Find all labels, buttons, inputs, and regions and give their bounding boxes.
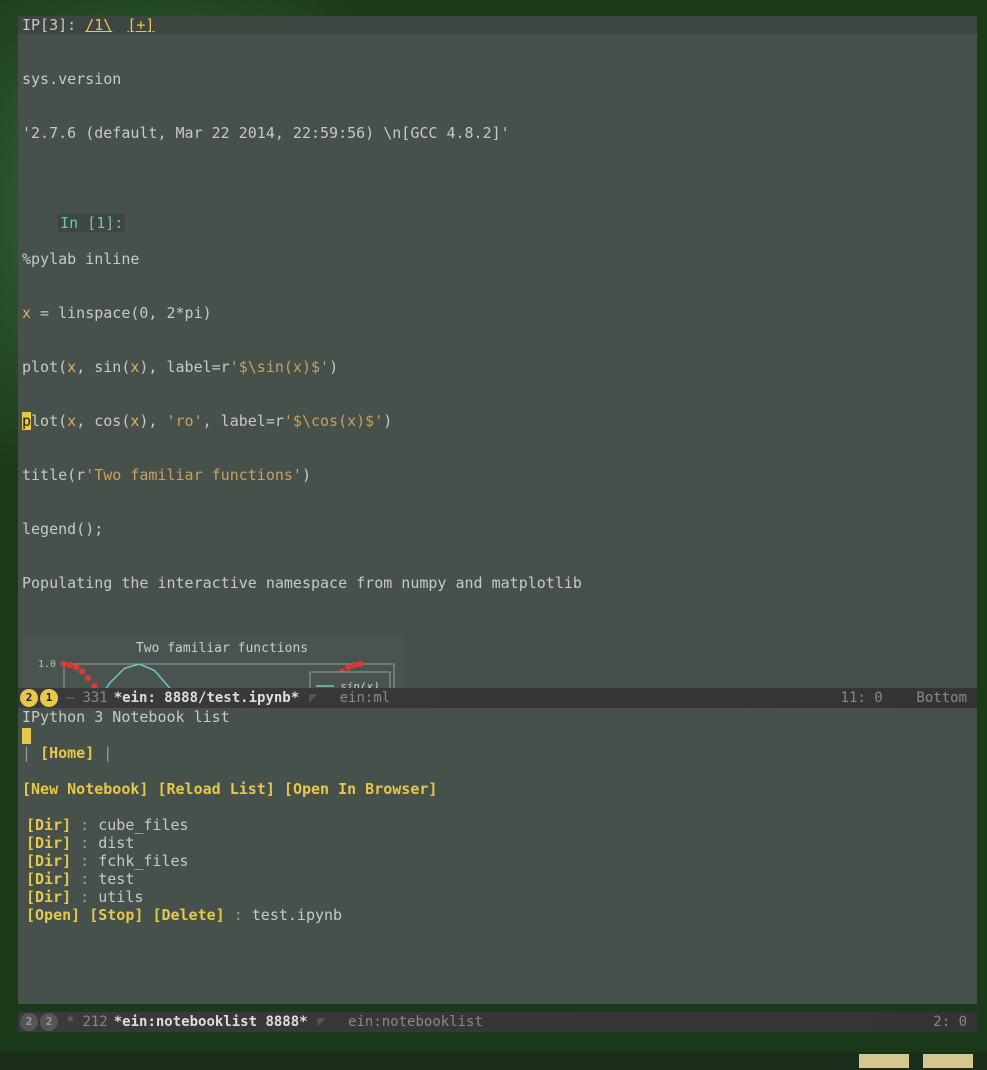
tab-bar: IP[3]: /1\ [+] xyxy=(18,16,977,34)
dir-button[interactable]: Dir xyxy=(35,834,62,852)
cell-output-version: sys.version '2.7.6 (default, Mar 22 2014… xyxy=(18,34,977,178)
dir-button[interactable]: Dir xyxy=(35,816,62,834)
open-browser-button[interactable]: Open In Browser xyxy=(293,780,428,798)
window-badge: 2 xyxy=(40,1013,58,1031)
dir-name: fchk_files xyxy=(98,852,188,870)
dir-name: utils xyxy=(98,888,143,906)
window-badge: 2 xyxy=(20,689,38,707)
stop-button[interactable]: Stop xyxy=(98,906,134,924)
dir-button[interactable]: Dir xyxy=(35,852,62,870)
code-line[interactable]: title(r'Two familiar functions') xyxy=(22,466,973,484)
breadcrumb: | [Home] | xyxy=(18,744,977,762)
dir-button[interactable]: Dir xyxy=(35,870,62,888)
tab-current[interactable]: /1\ xyxy=(85,16,112,34)
dir-row: [Dir] : cube_files xyxy=(18,816,977,834)
delete-button[interactable]: Delete xyxy=(161,906,215,924)
home-button[interactable]: Home xyxy=(49,744,85,762)
notebooklist-title: IPython 3 Notebook list xyxy=(18,708,977,726)
cursor-position: 2: 0 xyxy=(933,1013,967,1031)
cursor-position: 11: 0 Bottom xyxy=(841,689,967,707)
editor-pane-notebooklist[interactable]: IPython 3 Notebook list | [Home] | [New … xyxy=(18,708,977,1004)
dir-name: dist xyxy=(98,834,134,852)
dir-row: [Dir] : utils xyxy=(18,888,977,906)
svg-text:1.0: 1.0 xyxy=(38,659,56,670)
code-line[interactable]: legend(); xyxy=(22,520,973,538)
buffer-name: *ein:notebooklist 8888* xyxy=(114,1013,308,1031)
dir-row: [Dir] : fchk_files xyxy=(18,852,977,870)
svg-text:Two familiar functions: Two familiar functions xyxy=(136,641,308,656)
dir-button[interactable]: Dir xyxy=(35,888,62,906)
cursor xyxy=(22,728,31,744)
output-line: sys.version xyxy=(22,70,973,88)
editor-pane-notebook[interactable]: IP[3]: /1\ [+] sys.version '2.7.6 (defau… xyxy=(18,16,977,688)
dir-row: [Dir] : dist xyxy=(18,834,977,852)
tab-label: IP[3]: xyxy=(22,16,76,34)
major-mode: ein:notebooklist xyxy=(348,1013,483,1031)
taskbar-item[interactable] xyxy=(859,1054,909,1068)
taskbar-item[interactable] xyxy=(923,1054,973,1068)
code-line[interactable]: x = linspace(0, 2*pi) xyxy=(22,304,973,322)
modeline-top: 2 1 – 331 *ein: 8888/test.ipynb* ◤ ein:m… xyxy=(18,688,977,708)
modified-indicator: * xyxy=(66,1013,74,1031)
cell-1[interactable]: In [1]: %pylab inline x = linspace(0, 2*… xyxy=(18,196,977,628)
dir-row: [Dir] : test xyxy=(18,870,977,888)
dir-name: test xyxy=(98,870,134,888)
code-line[interactable]: plot(x, cos(x), 'ro', label=r'$\cos(x)$'… xyxy=(22,412,973,430)
separator-icon: ◤ xyxy=(318,1013,326,1031)
new-notebook-button[interactable]: New Notebook xyxy=(31,780,139,798)
in-prompt: In [1]: xyxy=(58,214,125,232)
tab-add[interactable]: [+] xyxy=(127,16,154,34)
buffer-name: *ein: 8888/test.ipynb* xyxy=(114,689,299,707)
file-row: [Open] [Stop] [Delete] : test.ipynb xyxy=(18,906,977,924)
major-mode: ein:ml xyxy=(340,689,391,707)
line-indicator: 331 xyxy=(82,689,107,707)
code-line[interactable]: plot(x, sin(x), label=r'$\sin(x)$') xyxy=(22,358,973,376)
cell-output: Populating the interactive namespace fro… xyxy=(22,574,973,592)
modeline-bottom: 2 2 * 212 *ein:notebooklist 8888* ◤ ein:… xyxy=(18,1012,977,1032)
code-line[interactable]: %pylab inline xyxy=(22,250,973,268)
line-indicator: 212 xyxy=(82,1013,107,1031)
reload-list-button[interactable]: Reload List xyxy=(167,780,266,798)
output-line: '2.7.6 (default, Mar 22 2014, 22:59:56) … xyxy=(22,124,973,142)
window-badge: 1 xyxy=(40,689,58,707)
taskbar xyxy=(0,1052,987,1070)
window-badge: 2 xyxy=(20,1013,38,1031)
action-row: [New Notebook] [Reload List] [Open In Br… xyxy=(18,780,977,798)
open-button[interactable]: Open xyxy=(35,906,71,924)
file-name: test.ipynb xyxy=(252,906,342,924)
cursor: p xyxy=(22,412,31,430)
separator-icon: ◤ xyxy=(309,689,317,707)
dir-name: cube_files xyxy=(98,816,188,834)
